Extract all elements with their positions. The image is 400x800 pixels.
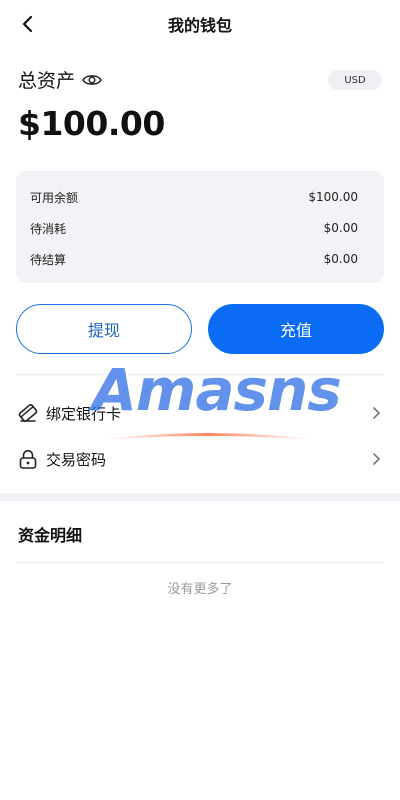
balance-value: $0.00 bbox=[323, 221, 358, 235]
funds-detail-title: 资金明细 bbox=[18, 526, 83, 545]
balance-value: $0.00 bbox=[323, 252, 358, 266]
chevron-right-icon bbox=[368, 405, 384, 421]
eye-icon bbox=[82, 74, 102, 85]
withdraw-button[interactable]: 提现 bbox=[16, 304, 192, 354]
chevron-right-icon bbox=[368, 451, 384, 467]
balance-value: $100.00 bbox=[308, 190, 358, 204]
lock-icon bbox=[16, 447, 40, 471]
divider bbox=[16, 374, 384, 375]
menu-item-bind-bank-card[interactable]: 绑定银行卡 bbox=[16, 393, 384, 433]
total-assets-row: 总资产 bbox=[18, 66, 103, 93]
toggle-visibility-button[interactable] bbox=[81, 69, 103, 91]
balance-label: 可用余额 bbox=[30, 190, 79, 205]
no-more-text: 没有更多了 bbox=[167, 582, 233, 597]
back-button[interactable] bbox=[14, 10, 42, 38]
top-bar: 我的钱包 bbox=[0, 0, 400, 48]
currency-badge[interactable]: USD bbox=[328, 70, 382, 90]
menu-item-transaction-password[interactable]: 交易密码 bbox=[16, 439, 384, 479]
bank-card-icon bbox=[16, 401, 40, 425]
balance-card: 可用余额 $100.00 待消耗 $0.00 待结算 $0.00 bbox=[16, 171, 384, 283]
balance-label: 待消耗 bbox=[30, 221, 67, 236]
chevron-left-icon bbox=[22, 15, 33, 33]
page-title: 我的钱包 bbox=[167, 16, 232, 35]
recharge-button[interactable]: 充值 bbox=[208, 304, 384, 354]
balance-row-pending-consume: 待消耗 $0.00 bbox=[30, 218, 358, 238]
menu-item-label: 绑定银行卡 bbox=[46, 404, 122, 423]
balance-row-pending-settle: 待结算 $0.00 bbox=[30, 249, 358, 269]
menu-item-label: 交易密码 bbox=[46, 450, 107, 469]
balance-row-available: 可用余额 $100.00 bbox=[30, 187, 358, 207]
section-separator bbox=[0, 493, 400, 501]
balance-label: 待结算 bbox=[30, 252, 67, 267]
divider bbox=[16, 562, 384, 563]
total-assets-amount: $100.00 bbox=[18, 104, 165, 143]
total-assets-label: 总资产 bbox=[18, 70, 76, 92]
wallet-page: 我的钱包 总资产 USD $100.00 可用余额 $100.00 待消耗 $0… bbox=[0, 0, 400, 800]
